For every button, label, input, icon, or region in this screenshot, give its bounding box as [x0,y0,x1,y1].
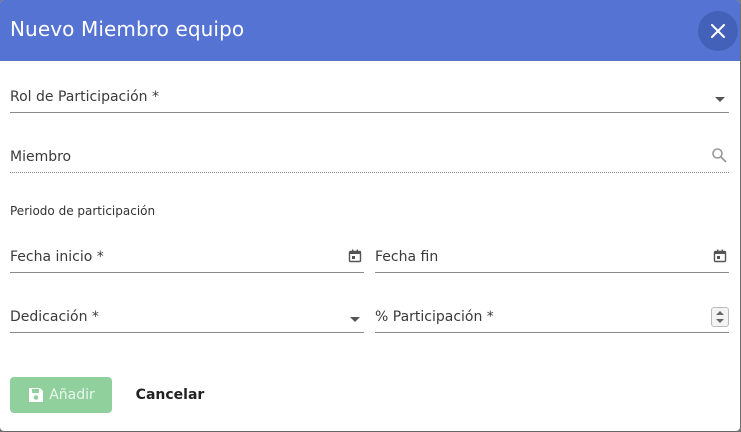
add-button-label: Añadir [49,387,95,403]
fecha-fin-label: Fecha fin [375,249,439,265]
number-stepper[interactable] [711,307,729,327]
fecha-inicio-label: Fecha inicio * [10,249,104,265]
dialog-header: Nuevo Miembro equipo [0,0,740,61]
dedicacion-select[interactable]: Dedicación * [10,293,364,333]
participacion-field[interactable]: % Participación * [375,293,729,333]
field-underline [10,112,729,113]
field-underline [375,272,729,273]
save-icon [29,388,44,402]
search-icon[interactable] [711,147,727,167]
field-underline [10,172,729,173]
fecha-inicio-field[interactable]: Fecha inicio * [10,233,364,273]
close-button[interactable] [698,11,738,51]
fecha-fin-field[interactable]: Fecha fin [375,233,729,273]
field-underline [375,332,729,333]
miembro-label: Miembro [10,149,72,165]
stepper-up-icon[interactable] [716,311,724,315]
chevron-down-icon [350,317,360,322]
cancel-button-label: Cancelar [135,387,205,403]
calendar-icon[interactable] [713,248,727,267]
new-team-member-dialog: Nuevo Miembro equipo Rol de Participació… [0,0,740,431]
cancel-button[interactable]: Cancelar [126,377,214,413]
dedicacion-label: Dedicación * [10,309,99,325]
field-underline [10,272,364,273]
dialog-title: Nuevo Miembro equipo [10,17,245,41]
miembro-field[interactable]: Miembro [10,133,729,173]
chevron-down-icon [715,97,725,102]
rol-participacion-label: Rol de Participación * [10,89,160,105]
add-button[interactable]: Añadir [10,377,112,413]
field-underline [10,332,364,333]
periodo-section-label: Periodo de participación [10,204,156,218]
participacion-label: % Participación * [375,309,494,325]
close-icon [711,24,725,38]
calendar-icon[interactable] [348,248,362,267]
rol-participacion-select[interactable]: Rol de Participación * [10,73,729,113]
stepper-down-icon[interactable] [716,319,724,323]
